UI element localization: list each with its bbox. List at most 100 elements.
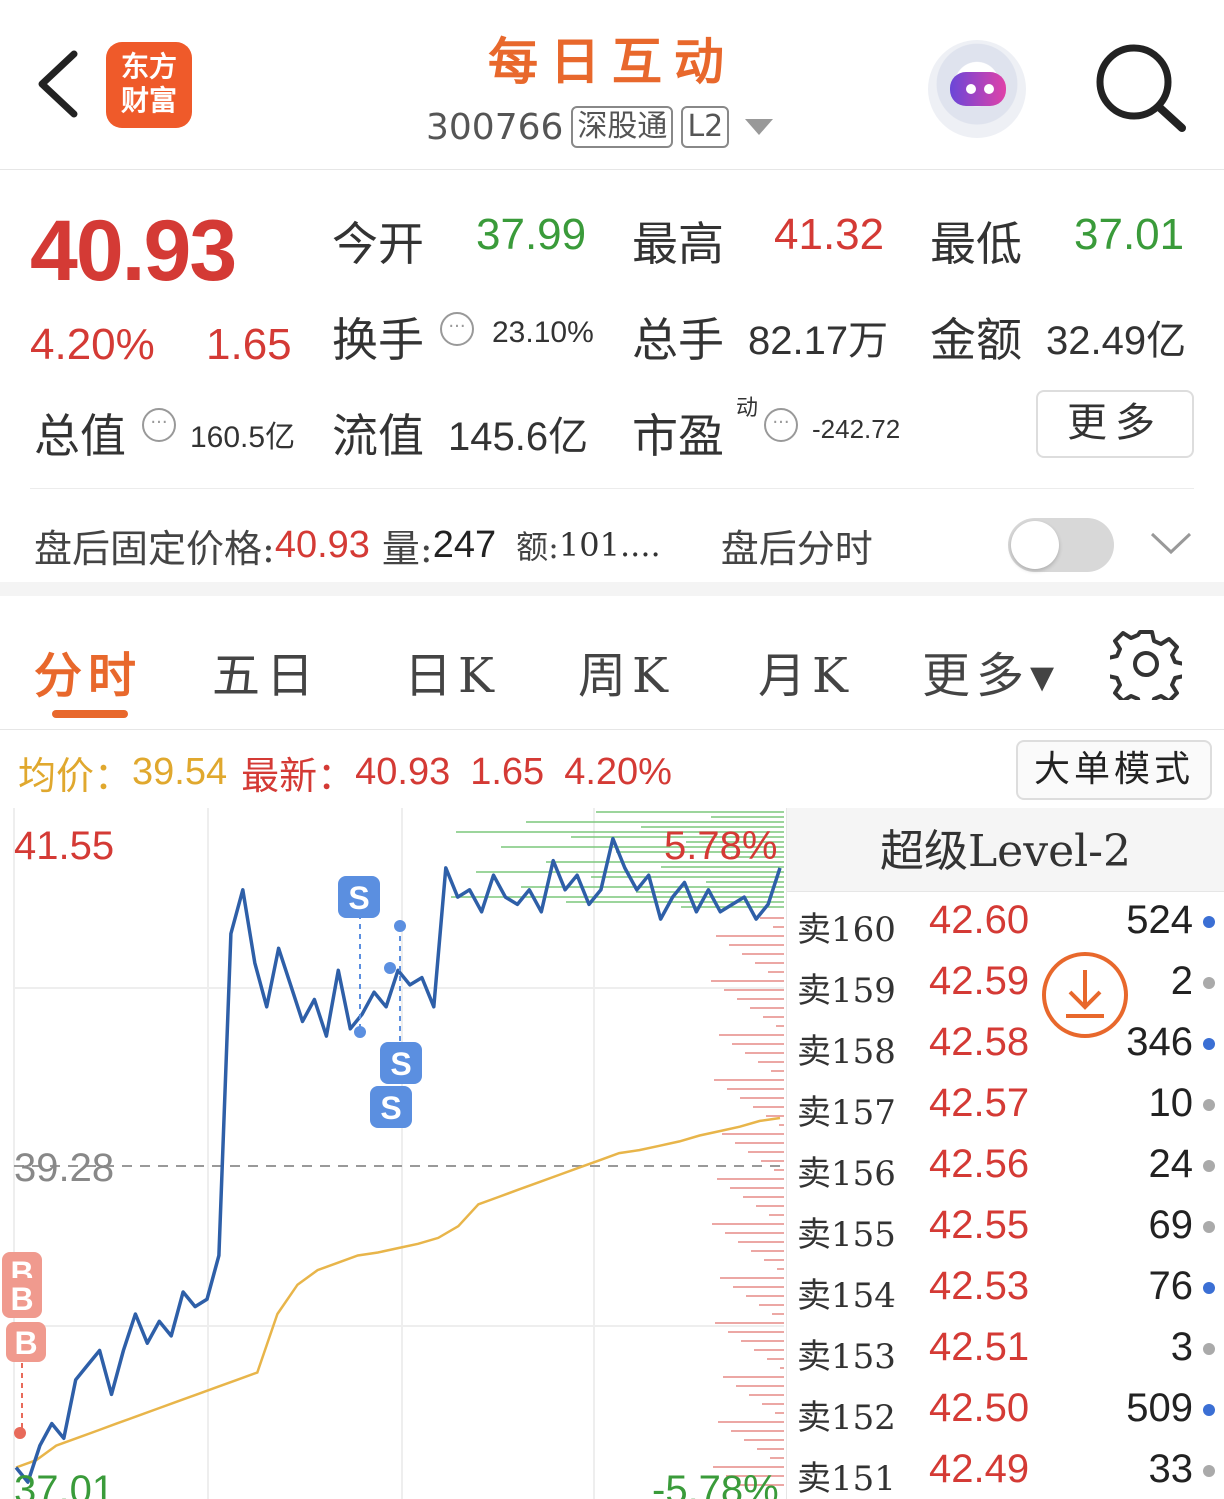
order-book-row[interactable]: 卖159 42.59 2 [787,955,1224,1016]
gear-icon[interactable] [1110,628,1182,700]
chart-period-tabs: 分时 五日 日K 周K 月K 更多▾ [0,610,1224,730]
order-level-label: 卖160 [797,910,896,950]
axis-bottom-percent: -5.78% [652,1468,779,1499]
download-icon[interactable] [1040,950,1130,1040]
volume-value: 82.17万 [748,319,889,363]
order-level-label: 卖152 [797,1398,896,1438]
tab-monthly-k[interactable]: 月K [758,636,854,706]
order-book-row[interactable]: 卖155 42.55 69 [787,1199,1224,1260]
order-price: 42.55 [929,1203,1030,1247]
order-price: 42.56 [929,1142,1030,1186]
price-info-row: 均价： 39.54 最新： 40.93 1.65 4.20% [18,744,672,800]
order-dot-icon [1203,1038,1215,1050]
order-dot-icon [1203,1404,1215,1416]
float-cap-value: 145.6亿 [448,415,589,459]
pe-value: -242.72 [812,414,901,444]
latest-percent: 4.20% [564,750,672,793]
connect-tag: 深股通 [571,106,674,148]
tab-more[interactable]: 更多▾ [922,636,1060,706]
order-volume: 24 [1148,1142,1194,1186]
info-dots-icon[interactable]: ··· [764,408,798,442]
tab-daily-k[interactable]: 日K [404,636,500,706]
info-dots-icon[interactable]: ··· [142,408,176,442]
more-button[interactable]: 更多 [1036,390,1194,458]
market-cap-value: 160.5亿 [190,421,296,454]
svg-text:B: B [14,1325,37,1361]
order-price: 42.53 [929,1264,1030,1308]
order-book-row[interactable]: 卖157 42.57 10 [787,1077,1224,1138]
after-hours-row: 盘后固定价格: 40.93 量: 247 额: 101.... 盘后分时 [34,510,873,580]
after-hours-amt: 101.... [558,526,661,564]
turnover-label: 换手 [332,313,424,367]
order-dot-icon [1203,1160,1215,1172]
order-price: 42.60 [929,898,1030,942]
order-volume: 2 [1170,959,1193,1003]
after-hours-price-label: 盘后固定价格: [34,526,275,571]
amount-value: 32.49亿 [1046,319,1187,363]
latest-label: 最新： [241,753,356,798]
volume-label: 总手 [632,313,724,367]
order-dot-icon [1203,1343,1215,1355]
stock-selector[interactable]: 300766 深股通 L2 [426,104,774,150]
order-book-row[interactable]: 卖158 42.58 346 [787,1016,1224,1077]
after-hours-intraday-label: 盘后分时 [720,526,873,571]
tab-five-day[interactable]: 五日 [212,636,320,706]
order-book-row[interactable]: 卖156 42.56 24 [787,1138,1224,1199]
order-dot-icon [1203,1282,1215,1294]
search-icon[interactable] [1090,38,1190,138]
chevron-down-icon[interactable] [1148,528,1194,558]
big-order-mode-button[interactable]: 大单模式 [1016,740,1212,800]
robot-assistant-avatar[interactable] [928,40,1026,138]
dropdown-triangle-icon[interactable] [745,119,774,135]
order-book-row[interactable]: 卖152 42.50 509 [787,1382,1224,1443]
svg-text:S: S [348,880,369,916]
order-level-label: 卖151 [797,1459,896,1499]
after-hours-toggle[interactable] [1008,518,1114,572]
tab-intraday[interactable]: 分时 [34,636,142,706]
order-price: 42.58 [929,1020,1030,1064]
amount-label: 金额 [930,313,1022,367]
level2-title: 超级Level-2 [787,808,1224,892]
info-dots-icon[interactable]: ··· [440,312,474,346]
change-percent: 4.20% [30,320,155,369]
order-book-row[interactable]: 卖151 42.49 33 [787,1443,1224,1499]
price-line [14,836,782,1484]
open-label: 今开 [332,217,424,271]
axis-top-price: 41.55 [14,824,115,868]
order-dot-icon [1203,1221,1215,1233]
low-label: 最低 [930,217,1022,271]
order-book-row[interactable]: 卖153 42.51 3 [787,1321,1224,1382]
order-level-label: 卖153 [797,1337,896,1377]
float-cap-label: 流值 [332,409,424,463]
top-bar: 东方 财富 每日互动 300766 深股通 L2 [0,0,1224,170]
stock-code: 300766 [426,106,564,148]
avg-price-line [15,1116,781,1469]
low-value: 37.01 [1074,210,1185,259]
order-level-label: 卖159 [797,971,896,1011]
market-cap-label: 总值 [34,409,126,463]
page-title: 每日互动 [488,32,736,91]
svg-text:B: B [10,1281,33,1317]
after-hours-amt-label: 额: [516,528,559,566]
order-volume: 509 [1126,1386,1193,1430]
tab-weekly-k[interactable]: 周K [578,636,674,706]
open-value: 37.99 [476,210,587,259]
turnover-value: 23.10% [492,316,594,349]
order-dot-icon [1203,977,1215,989]
quote-panel: 40.93 4.20% 1.65 今开 37.99 最高 41.32 最低 37… [0,170,1224,596]
svg-text:S: S [380,1090,401,1126]
order-price: 42.57 [929,1081,1030,1125]
order-book-row[interactable]: 卖154 42.53 76 [787,1260,1224,1321]
order-book-row[interactable]: 卖160 42.60 524 [787,894,1224,955]
axis-bottom-price: 37.01 [14,1468,115,1499]
order-price: 42.59 [929,959,1030,1003]
order-volume: 76 [1148,1264,1194,1308]
after-hours-vol-label: 量: [381,526,433,571]
order-dot-icon [1203,916,1215,928]
order-volume: 524 [1126,898,1193,942]
intraday-chart[interactable]: S S S B B B 41.55 5.78% 39.28 37.01 -5.7… [0,808,786,1499]
high-label: 最高 [632,217,724,271]
order-volume: 3 [1170,1325,1193,1369]
latest-change: 1.65 [470,750,545,793]
high-value: 41.32 [774,210,885,259]
